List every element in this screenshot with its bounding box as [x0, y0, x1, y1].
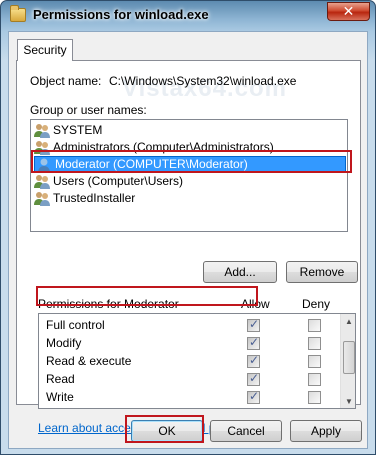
users-icon	[34, 192, 50, 206]
permissions-list[interactable]: Full control ✓ Modify ✓ Read & execute ✓…	[38, 313, 356, 409]
allow-column-header: Allow	[241, 297, 270, 311]
remove-button[interactable]: Remove	[286, 261, 358, 283]
deny-checkbox[interactable]	[308, 337, 321, 350]
list-item-label: Users (Computer\Users)	[53, 174, 184, 188]
list-item-label: SYSTEM	[53, 123, 103, 137]
permission-row-read: Read ✓	[39, 370, 339, 388]
list-item-moderator[interactable]: Moderator (COMPUTER\Moderator)	[34, 156, 346, 173]
deny-checkbox[interactable]	[308, 373, 321, 386]
check-icon: ✓	[249, 335, 260, 349]
check-icon: ✓	[249, 389, 260, 403]
close-button[interactable]: ✕	[327, 2, 370, 21]
users-icon	[34, 175, 50, 189]
object-name-label: Object name:	[30, 74, 102, 88]
allow-checkbox[interactable]: ✓	[247, 353, 260, 368]
permission-name: Read	[46, 372, 75, 386]
users-icon	[34, 124, 50, 138]
permission-row-modify: Modify ✓	[39, 334, 339, 352]
folder-icon	[10, 5, 26, 22]
group-user-list[interactable]: SYSTEM Administrators (Computer\Administ…	[30, 119, 348, 232]
permission-row-full-control: Full control ✓	[39, 316, 339, 334]
title-bar[interactable]: Permissions for winload.exe ✕	[1, 1, 375, 31]
allow-checkbox[interactable]: ✓	[247, 335, 260, 350]
window-title: Permissions for winload.exe	[33, 7, 209, 22]
permission-name: Full control	[46, 318, 105, 332]
permission-name: Read & execute	[46, 354, 132, 368]
permission-name: Write	[46, 390, 74, 404]
apply-button[interactable]: Apply	[290, 420, 362, 442]
security-tab-panel: Vistax64.com Object name: C:\Windows\Sys…	[16, 60, 361, 435]
check-icon: ✓	[249, 371, 260, 385]
object-name-value: C:\Windows\System32\winload.exe	[109, 74, 297, 88]
check-icon: ✓	[249, 317, 260, 331]
deny-column-header: Deny	[302, 297, 331, 311]
users-icon	[34, 141, 50, 155]
cancel-button[interactable]: Cancel	[210, 420, 282, 442]
permission-row-write: Write ✓	[39, 388, 339, 406]
scroll-thumb[interactable]	[343, 341, 355, 374]
allow-checkbox[interactable]: ✓	[247, 371, 260, 386]
allow-checkbox[interactable]: ✓	[247, 317, 260, 332]
scroll-up-icon[interactable]: ▲	[342, 315, 355, 329]
group-names-label: Group or user names:	[30, 103, 147, 117]
permission-name: Modify	[46, 336, 82, 350]
ok-button[interactable]: OK	[131, 420, 203, 442]
add-button[interactable]: Add...	[203, 261, 277, 283]
list-item-label: Moderator (COMPUTER\Moderator)	[55, 157, 248, 171]
check-icon: ✓	[249, 353, 260, 367]
permissions-label: Permissions for Moderator	[38, 297, 179, 311]
dialog-body: Security Vistax64.com Object name: C:\Wi…	[8, 31, 368, 449]
scroll-down-icon[interactable]: ▼	[342, 395, 355, 408]
deny-checkbox[interactable]	[308, 319, 321, 332]
permissions-scrollbar[interactable]: ▲ ▼	[340, 314, 355, 408]
allow-checkbox[interactable]: ✓	[247, 389, 260, 404]
permissions-dialog: Permissions for winload.exe ✕ Security V…	[0, 0, 376, 455]
permission-row-read-execute: Read & execute ✓	[39, 352, 339, 370]
deny-checkbox[interactable]	[308, 355, 321, 368]
user-icon	[38, 158, 50, 173]
list-item-label: TrustedInstaller	[53, 191, 136, 205]
deny-checkbox[interactable]	[308, 391, 321, 404]
tab-security[interactable]: Security	[17, 39, 73, 61]
list-item-label: Administrators (Computer\Administrators)	[53, 140, 274, 154]
